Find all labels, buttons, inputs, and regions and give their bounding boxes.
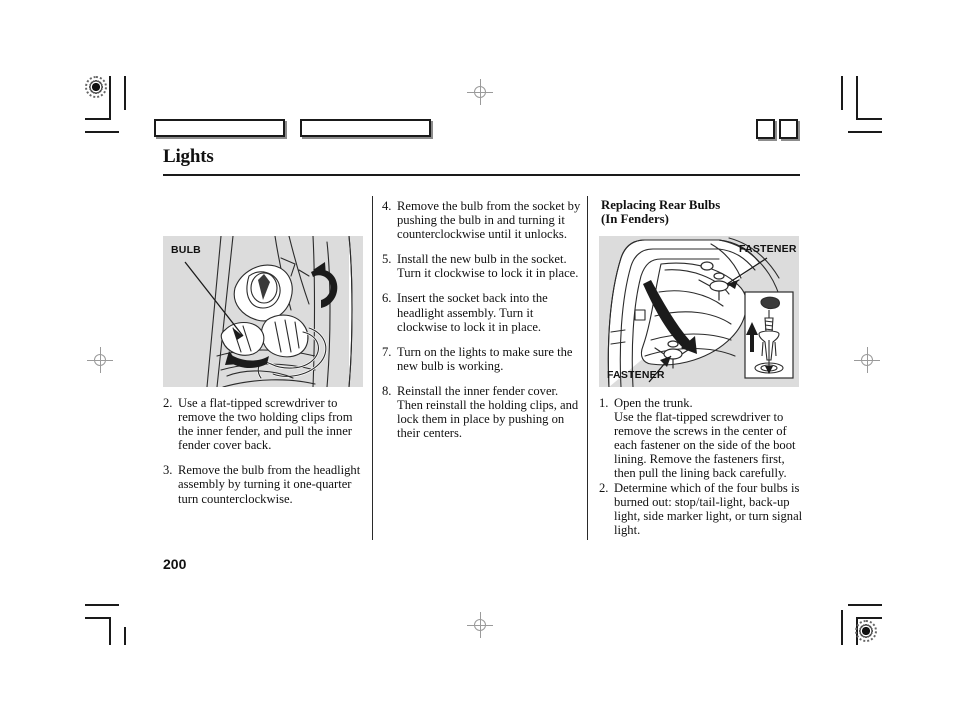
figure-headlight-bulb: BULB: [163, 236, 363, 387]
step-text: Turn on the lights to make sure the new …: [397, 344, 573, 373]
registration-crosshair-right-center: [854, 347, 880, 373]
step-number: 1.: [599, 396, 609, 410]
step-number: 7.: [382, 344, 392, 359]
step-text: Determine which of the four bulbs is bur…: [614, 480, 803, 537]
page-number: 200: [163, 556, 187, 572]
crop-mark-top-right-vertical: [841, 76, 843, 110]
figure-label-fastener-bottom: FASTENER: [607, 369, 665, 381]
right-column-steps: 1. Open the trunk. Use the flat-tipped s…: [599, 396, 804, 548]
crop-mark-bottom-right-horizontal-inner: [856, 617, 882, 619]
step-number: 2.: [163, 396, 173, 410]
crop-mark-top-right-horizontal: [856, 118, 882, 120]
list-item: 6. Insert the socket back into the headl…: [382, 291, 582, 333]
mini-tab-box-second: [779, 119, 798, 139]
right-column-heading: Replacing Rear Bulbs (In Fenders): [601, 198, 720, 226]
step-number: 5.: [382, 252, 392, 267]
registration-bullseye-bottom-right: [855, 620, 877, 642]
mini-tab-box-first: [756, 119, 775, 139]
crop-mark-bottom-left-vertical: [109, 617, 111, 645]
heading-line-1: Replacing Rear Bulbs: [601, 198, 721, 212]
list-item: 7. Turn on the lights to make sure the n…: [382, 345, 582, 373]
list-item: 1. Open the trunk. Use the flat-tipped s…: [599, 396, 804, 481]
crop-mark-bottom-right-horizontal: [848, 604, 882, 606]
crop-mark-top-left-horizontal-outer: [85, 131, 119, 133]
rear-fastener-illustration: [607, 237, 794, 387]
tab-box-left: [154, 119, 285, 137]
registration-crosshair-bottom-center: [467, 612, 493, 638]
step-number: 6.: [382, 291, 392, 306]
step-text: Install the new bulb in the socket. Turn…: [397, 252, 579, 281]
page-title: Lights: [163, 146, 214, 167]
step-number: 4.: [382, 199, 392, 213]
figure-label-bulb: BULB: [171, 244, 201, 256]
list-item: 3. Remove the bulb from the headlight as…: [163, 463, 368, 505]
headlight-bulb-illustration: [184, 236, 353, 387]
crop-mark-bottom-left-horizontal-inner: [85, 617, 111, 619]
crop-mark-top-left-vertical: [109, 76, 111, 120]
crop-mark-top-right-vertical-inner: [856, 76, 858, 120]
list-item: 2. Determine which of the four bulbs is …: [599, 481, 804, 537]
crop-mark-bottom-left-vertical-outer: [124, 627, 126, 645]
step-number: 8.: [382, 383, 392, 398]
list-item: 2. Use a flat-tipped screwdriver to remo…: [163, 396, 368, 452]
list-item: 4. Remove the bulb from the socket by pu…: [382, 199, 582, 241]
step-text: Open the trunk. Use the flat-tipped scre…: [614, 396, 804, 481]
step-text: Insert the socket back into the headligh…: [397, 291, 548, 334]
heading-line-2: (In Fenders): [601, 212, 669, 226]
registration-bullseye-top-left: [85, 76, 107, 98]
step-number: 3.: [163, 463, 173, 478]
list-item: 5. Install the new bulb in the socket. T…: [382, 252, 582, 280]
registration-crosshair-top-center: [467, 79, 493, 105]
step-text-primary: Open the trunk.: [614, 396, 693, 410]
crop-mark-bottom-left-horizontal: [85, 604, 119, 606]
title-underline-rule: [163, 174, 800, 176]
step-number: 2.: [599, 480, 609, 495]
tab-box-right: [300, 119, 431, 137]
step-text: Remove the bulb from the headlight assem…: [178, 463, 361, 506]
figure-label-fastener-top: FASTENER: [739, 243, 797, 255]
registration-crosshair-left-center: [87, 347, 113, 373]
manual-page: Lights BULB 2. Use a flat-tipped screwdr…: [0, 0, 954, 710]
crop-mark-bottom-right-vertical-outer: [841, 610, 843, 645]
fastener-detail-inset: [744, 291, 794, 379]
step-text-continuation: Use the flat-tipped screwdriver to remov…: [614, 410, 796, 481]
crop-mark-top-left-horizontal: [85, 118, 111, 120]
crop-mark-top-left-vertical-outer: [124, 76, 126, 110]
middle-column-steps: 4. Remove the bulb from the socket by pu…: [382, 199, 582, 451]
crop-mark-top-right-horizontal-outer: [848, 131, 882, 133]
column-divider-left: [372, 196, 373, 540]
step-text: Reinstall the inner fender cover. Then r…: [397, 383, 579, 441]
column-divider-right: [587, 196, 588, 540]
figure-rear-fasteners: FASTENER FASTENER: [599, 236, 799, 387]
left-column-steps: 2. Use a flat-tipped screwdriver to remo…: [163, 396, 368, 517]
step-text: Use a flat-tipped screwdriver to remove …: [178, 396, 353, 453]
list-item: 8. Reinstall the inner fender cover. The…: [382, 384, 582, 440]
step-text: Remove the bulb from the socket by pushi…: [397, 199, 581, 242]
